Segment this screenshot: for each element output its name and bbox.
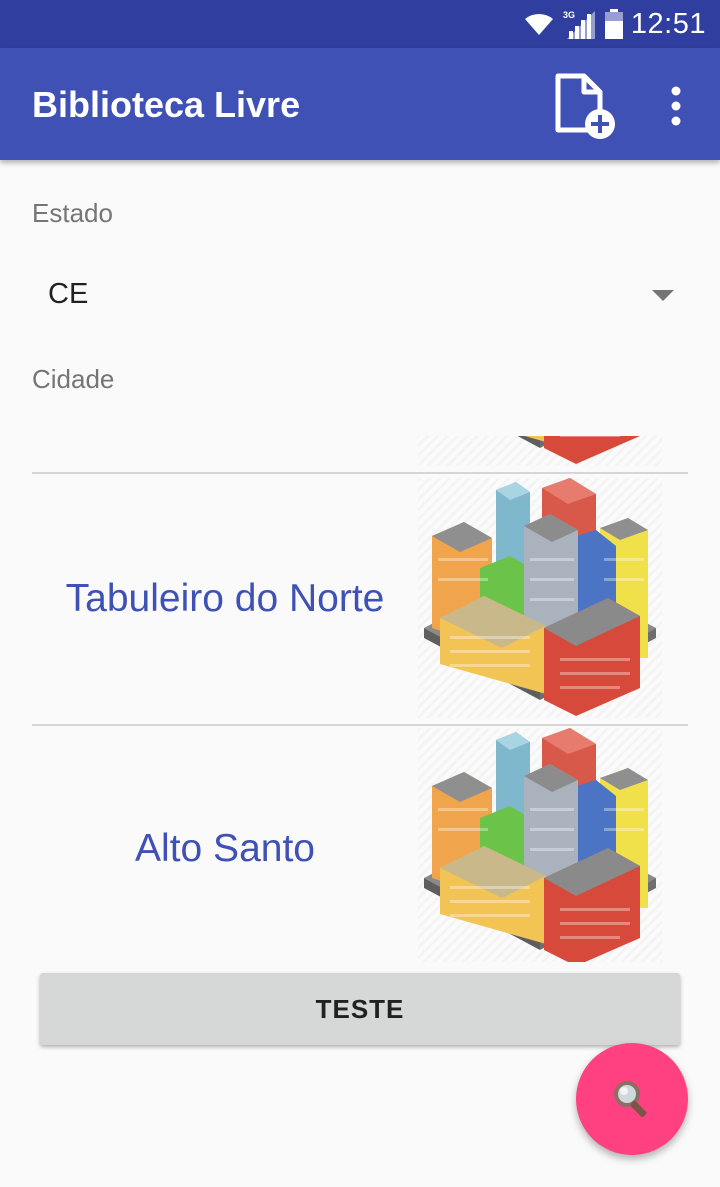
- state-dropdown[interactable]: CE: [32, 258, 688, 332]
- city-list-item[interactable]: [32, 436, 688, 474]
- status-bar: 3G 12:51: [0, 0, 720, 48]
- clock: 12:51: [630, 8, 706, 40]
- city-label: Cidade: [32, 364, 115, 394]
- app-bar: Biblioteca Livre: [0, 48, 720, 160]
- city-list[interactable]: Tabuleiro do Norte Alto Santo: [32, 436, 688, 962]
- city-buildings-image: [418, 728, 662, 962]
- new-document-button[interactable]: [548, 70, 620, 142]
- status-icons: 3G 12:51: [523, 8, 706, 40]
- wifi-icon: [524, 13, 553, 35]
- city-list-item[interactable]: Tabuleiro do Norte: [32, 474, 688, 726]
- state-label: Estado: [32, 198, 113, 228]
- city-name: Tabuleiro do Norte: [65, 577, 385, 620]
- city-buildings-image: [418, 436, 662, 466]
- app-title: Biblioteca Livre: [32, 84, 301, 125]
- dropdown-arrow-icon: [652, 290, 674, 301]
- new-document-icon: [555, 73, 615, 139]
- signal-icon: 3G: [563, 10, 595, 39]
- city-name: Alto Santo: [135, 827, 315, 870]
- city-name: [32, 436, 418, 472]
- test-button[interactable]: TESTE: [40, 973, 680, 1045]
- state-dropdown-value: CE: [48, 278, 89, 310]
- network-type-label: 3G: [563, 10, 575, 20]
- city-buildings-image: [418, 478, 662, 718]
- more-vert-icon: [671, 86, 681, 126]
- more-options-button[interactable]: [656, 84, 696, 128]
- search-icon: [614, 1081, 647, 1118]
- city-list-item[interactable]: Alto Santo: [32, 724, 688, 962]
- search-fab[interactable]: [576, 1043, 688, 1155]
- battery-icon: [604, 9, 623, 39]
